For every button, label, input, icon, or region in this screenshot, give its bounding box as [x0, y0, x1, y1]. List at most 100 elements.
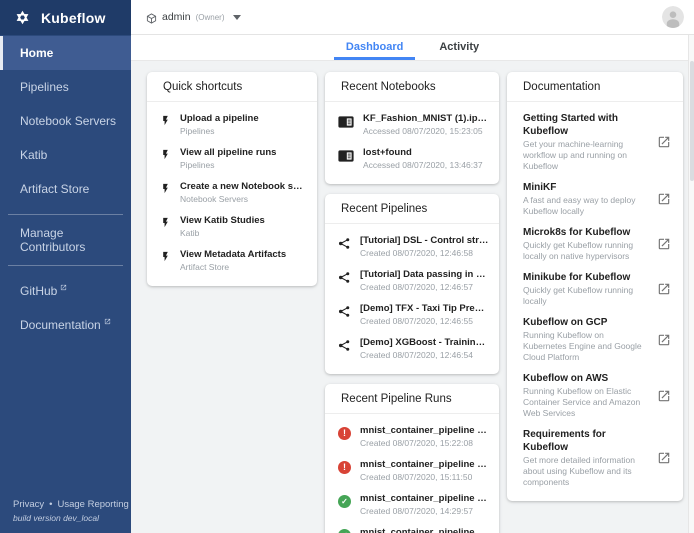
- kubeflow-brand[interactable]: Kubeflow: [0, 0, 131, 35]
- tab-label: Activity: [439, 41, 479, 53]
- doc-title: Getting Started with Kubeflow: [523, 112, 649, 138]
- pipeline-item[interactable]: [Demo] XGBoost - Training with Confusi..…: [325, 332, 499, 366]
- open-in-new-icon: [657, 282, 671, 296]
- pipeline-icon: [338, 339, 351, 352]
- pipeline-icon: [338, 305, 351, 318]
- sidebar-divider: [8, 214, 123, 215]
- doc-link-minikf[interactable]: MiniKFA fast and easy way to deploy Kube…: [507, 177, 683, 222]
- card-title: Recent Pipeline Runs: [325, 384, 499, 414]
- bolt-icon: [160, 251, 171, 262]
- pipeline-icon: [338, 271, 351, 284]
- pipeline-name: [Tutorial] Data passing in python comp..…: [360, 269, 489, 281]
- run-status-success-icon: [338, 529, 351, 533]
- pipeline-item[interactable]: [Tutorial] Data passing in python comp..…: [325, 264, 499, 298]
- notebook-item[interactable]: lost+foundAccessed 08/07/2020, 13:46:37: [325, 142, 499, 176]
- person-icon: [662, 6, 684, 28]
- doc-title: Microk8s for Kubeflow: [523, 226, 649, 239]
- notebook-icon: [338, 150, 354, 162]
- page-scrollbar[interactable]: [688, 35, 694, 533]
- privacy-link[interactable]: Privacy: [13, 499, 44, 510]
- pipeline-run-item[interactable]: mnist_container_pipeline runCreated 08/0…: [325, 420, 499, 454]
- sidebar-item-manage-contributors[interactable]: Manage Contributors: [0, 223, 131, 257]
- open-in-new-icon: [657, 333, 671, 347]
- shortcut-label: View Katib Studies: [180, 215, 307, 227]
- brand-title: Kubeflow: [41, 10, 106, 26]
- tab-label: Dashboard: [346, 41, 403, 53]
- shortcut-label: Upload a pipeline: [180, 113, 307, 125]
- namespace-role: (Owner): [196, 13, 225, 22]
- card-title: Recent Notebooks: [325, 72, 499, 102]
- shortcut-view-metadata-artifacts[interactable]: View Metadata ArtifactsArtifact Store: [147, 244, 317, 278]
- sidebar-item-katib[interactable]: Katib: [0, 138, 131, 172]
- pipeline-name: [Demo] XGBoost - Training with Confusi..…: [360, 337, 489, 349]
- doc-link-getting-started[interactable]: Getting Started with KubeflowGet your ma…: [507, 108, 683, 177]
- dashboard-content: Quick shortcuts Upload a pipelinePipelin…: [131, 61, 694, 533]
- sidebar-divider: [8, 265, 123, 266]
- notebook-icon: [338, 116, 354, 128]
- sidebar-item-artifact-store[interactable]: Artifact Store: [0, 172, 131, 206]
- tab-activity[interactable]: Activity: [421, 35, 497, 60]
- run-meta: Created 08/07/2020, 15:11:50: [360, 472, 489, 483]
- pipeline-item[interactable]: [Demo] TFX - Taxi Tip Prediction Model .…: [325, 298, 499, 332]
- namespace-name: admin: [162, 11, 191, 23]
- sidebar-item-github[interactable]: GitHub: [0, 274, 131, 308]
- card-title: Quick shortcuts: [147, 72, 317, 102]
- namespace-selector[interactable]: admin (Owner): [146, 11, 241, 24]
- shortcut-sub: Pipelines: [180, 126, 307, 137]
- shortcut-create-notebook-server[interactable]: Create a new Notebook serverNotebook Ser…: [147, 176, 317, 210]
- run-name: mnist_container_pipeline run: [360, 425, 489, 437]
- sidebar-item-notebook-servers[interactable]: Notebook Servers: [0, 104, 131, 138]
- notebook-meta: Accessed 08/07/2020, 15:23:05: [363, 126, 489, 137]
- notebook-meta: Accessed 08/07/2020, 13:46:37: [363, 160, 489, 171]
- doc-title: Kubeflow on AWS: [523, 372, 649, 385]
- open-in-new-icon: [657, 451, 671, 465]
- usage-reporting-link[interactable]: Usage Reporting: [57, 499, 128, 510]
- doc-title: Kubeflow on GCP: [523, 316, 649, 329]
- sidebar-item-pipelines[interactable]: Pipelines: [0, 70, 131, 104]
- sidebar-item-documentation[interactable]: Documentation: [0, 308, 131, 342]
- pipeline-meta: Created 08/07/2020, 12:46:54: [360, 350, 489, 361]
- doc-desc: Get more detailed information about usin…: [523, 455, 649, 488]
- tab-dashboard[interactable]: Dashboard: [328, 35, 421, 60]
- doc-title: Requirements for Kubeflow: [523, 428, 649, 454]
- run-status-error-icon: [338, 427, 351, 440]
- pipeline-name: [Demo] TFX - Taxi Tip Prediction Model .…: [360, 303, 489, 315]
- avatar[interactable]: [662, 6, 684, 28]
- bolt-icon: [160, 149, 171, 160]
- shortcut-sub: Katib: [180, 228, 307, 239]
- doc-desc: Running Kubeflow on Elastic Container Se…: [523, 386, 649, 419]
- pipeline-name: [Tutorial] DSL - Control structures: [360, 235, 489, 247]
- run-name: mnist_container_pipeline run: [360, 527, 489, 533]
- notebook-item[interactable]: KF_Fashion_MNIST (1).ipynbAccessed 08/07…: [325, 108, 499, 142]
- sidebar-item-label: Home: [20, 46, 53, 60]
- sidebar-item-label: Katib: [20, 148, 47, 162]
- shortcut-sub: Artifact Store: [180, 262, 307, 273]
- documentation-card: Documentation Getting Started with Kubef…: [507, 72, 683, 501]
- doc-link-minikube[interactable]: Minikube for KubeflowQuickly get Kubeflo…: [507, 267, 683, 312]
- shortcut-upload-pipeline[interactable]: Upload a pipelinePipelines: [147, 108, 317, 142]
- doc-link-microk8s[interactable]: Microk8s for KubeflowQuickly get Kubeflo…: [507, 222, 683, 267]
- doc-link-kubeflow-gcp[interactable]: Kubeflow on GCPRunning Kubeflow on Kuber…: [507, 312, 683, 368]
- shortcut-view-katib-studies[interactable]: View Katib StudiesKatib: [147, 210, 317, 244]
- recent-pipeline-runs-card: Recent Pipeline Runs mnist_container_pip…: [325, 384, 499, 533]
- scrollbar-thumb[interactable]: [690, 61, 694, 181]
- pipeline-run-item[interactable]: mnist_container_pipeline runCreated 08/0…: [325, 454, 499, 488]
- pipeline-run-item[interactable]: mnist_container_pipeline runCreated 08/0…: [325, 522, 499, 533]
- sidebar-item-label: Manage Contributors: [20, 226, 131, 254]
- pipeline-item[interactable]: [Tutorial] DSL - Control structuresCreat…: [325, 230, 499, 264]
- build-version: build version dev_local: [13, 513, 129, 523]
- sidebar-item-home[interactable]: Home: [0, 36, 131, 70]
- sidebar: Home Pipelines Notebook Servers Katib Ar…: [0, 35, 131, 533]
- recent-notebooks-card: Recent Notebooks KF_Fashion_MNIST (1).ip…: [325, 72, 499, 184]
- kubeflow-logo-icon: [13, 8, 32, 27]
- shortcut-view-pipeline-runs[interactable]: View all pipeline runsPipelines: [147, 142, 317, 176]
- pipeline-run-item[interactable]: mnist_container_pipeline runCreated 08/0…: [325, 488, 499, 522]
- doc-link-kubeflow-aws[interactable]: Kubeflow on AWSRunning Kubeflow on Elast…: [507, 368, 683, 424]
- doc-desc: Get your machine-learning workflow up an…: [523, 139, 649, 172]
- open-in-new-icon: [657, 237, 671, 251]
- pipeline-meta: Created 08/07/2020, 12:46:55: [360, 316, 489, 327]
- doc-link-requirements[interactable]: Requirements for KubeflowGet more detail…: [507, 424, 683, 493]
- sidebar-item-label: Artifact Store: [20, 182, 89, 196]
- run-meta: Created 08/07/2020, 15:22:08: [360, 438, 489, 449]
- card-title: Recent Pipelines: [325, 194, 499, 224]
